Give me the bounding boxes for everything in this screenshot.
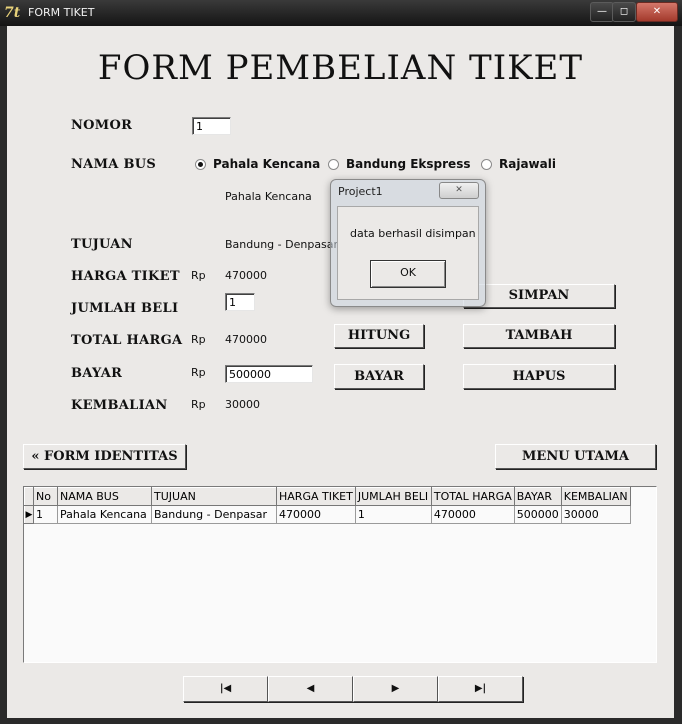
close-button[interactable]: ✕	[636, 2, 678, 22]
message-dialog: Project1 ✕ data berhasil disimpan OK	[330, 179, 486, 307]
radio-dot-selected	[195, 159, 206, 170]
currency-bayar: Rp	[191, 366, 206, 379]
grid-header-row: No NAMA BUS TUJUAN HARGA TIKET JUMLAH BE…	[24, 487, 631, 506]
tujuan-value: Bandung - Denpasar	[225, 238, 339, 251]
label-bayar: BAYAR	[71, 366, 123, 381]
bayar-input[interactable]: 500000	[225, 365, 313, 383]
label-kembalian: KEMBALIAN	[71, 398, 168, 413]
kembalian-value: 30000	[225, 398, 260, 411]
label-jumlah-beli: JUMLAH BELI	[71, 301, 179, 316]
main-window: 7t FORM TIKET — ◻ ✕ FORM PEMBELIAN TIKET…	[0, 0, 682, 724]
cell-bayar[interactable]: 500000	[514, 505, 562, 524]
page-title: FORM PEMBELIAN TIKET	[97, 48, 584, 88]
jumlah-beli-input[interactable]: 1	[225, 293, 255, 311]
data-grid[interactable]: No NAMA BUS TUJUAN HARGA TIKET JUMLAH BE…	[23, 486, 657, 663]
radio-dot	[481, 159, 492, 170]
radio-label: Rajawali	[499, 157, 556, 171]
grid-col-nama-bus[interactable]: NAMA BUS	[57, 487, 152, 506]
grid-col-jumlah-beli[interactable]: JUMLAH BELI	[354, 487, 432, 506]
cell-total-harga[interactable]: 470000	[431, 505, 515, 524]
title-bar[interactable]: 7t FORM TIKET — ◻ ✕	[0, 0, 682, 26]
hitung-button[interactable]: HITUNG	[334, 324, 424, 348]
radio-dot	[328, 159, 339, 170]
nav-last-button[interactable]: ▶|	[438, 676, 523, 702]
row-indicator-icon: ▶	[24, 505, 34, 524]
form-client-area: FORM PEMBELIAN TIKET NOMOR 1 NAMA BUS Pa…	[7, 26, 674, 718]
radio-label: Pahala Kencana	[213, 157, 321, 171]
cell-tujuan[interactable]: Bandung - Denpasar	[151, 505, 277, 524]
dialog-message: data berhasil disimpan	[350, 227, 476, 240]
tambah-button[interactable]: TAMBAH	[463, 324, 615, 348]
grid-col-harga-tiket[interactable]: HARGA TIKET	[276, 487, 356, 506]
label-tujuan: TUJUAN	[71, 237, 133, 252]
maximize-button[interactable]: ◻	[612, 2, 636, 22]
cell-kembalian[interactable]: 30000	[561, 505, 631, 524]
grid-col-bayar[interactable]: BAYAR	[513, 487, 562, 506]
currency-harga: Rp	[191, 269, 206, 282]
nav-next-button[interactable]: ▶	[353, 676, 438, 702]
dialog-title: Project1	[338, 185, 383, 198]
total-harga-value: 470000	[225, 333, 267, 346]
form-identitas-button[interactable]: « FORM IDENTITAS	[23, 444, 186, 469]
minimize-button[interactable]: —	[590, 2, 614, 22]
table-row[interactable]: ▶ 1 Pahala Kencana Bandung - Denpasar 47…	[24, 505, 631, 524]
grid-col-no[interactable]: No	[33, 487, 58, 506]
cell-no[interactable]: 1	[33, 505, 58, 524]
label-harga-tiket: HARGA TIKET	[71, 269, 180, 284]
dialog-ok-button[interactable]: OK	[370, 260, 446, 288]
app-icon: 7t	[4, 5, 21, 21]
grid-table: No NAMA BUS TUJUAN HARGA TIKET JUMLAH BE…	[24, 487, 631, 524]
nav-prior-button[interactable]: ◀	[268, 676, 353, 702]
cell-nama-bus[interactable]: Pahala Kencana	[57, 505, 152, 524]
currency-total: Rp	[191, 333, 206, 346]
grid-col-total-harga[interactable]: TOTAL HARGA	[430, 487, 515, 506]
cell-jumlah-beli[interactable]: 1	[355, 505, 432, 524]
harga-tiket-value: 470000	[225, 269, 267, 282]
nomor-input[interactable]: 1	[192, 117, 231, 135]
window-title: FORM TIKET	[28, 6, 95, 19]
hapus-button[interactable]: HAPUS	[463, 364, 615, 389]
label-nomor: NOMOR	[71, 118, 133, 133]
dialog-close-button[interactable]: ✕	[439, 182, 479, 199]
nav-first-button[interactable]: |◀	[183, 676, 268, 702]
menu-utama-button[interactable]: MENU UTAMA	[495, 444, 656, 469]
selected-bus-value: Pahala Kencana	[225, 190, 312, 203]
radio-label: Bandung Ekspress	[346, 157, 471, 171]
cell-harga-tiket[interactable]: 470000	[276, 505, 356, 524]
grid-col-kembalian[interactable]: KEMBALIAN	[560, 487, 631, 506]
grid-col-tujuan[interactable]: TUJUAN	[151, 487, 277, 506]
bayar-button[interactable]: BAYAR	[334, 364, 424, 389]
grid-indicator-header	[24, 487, 34, 506]
label-nama-bus: NAMA BUS	[71, 157, 157, 172]
label-total-harga: TOTAL HARGA	[71, 333, 183, 348]
currency-kembalian: Rp	[191, 398, 206, 411]
dialog-body: data berhasil disimpan OK	[337, 206, 479, 300]
